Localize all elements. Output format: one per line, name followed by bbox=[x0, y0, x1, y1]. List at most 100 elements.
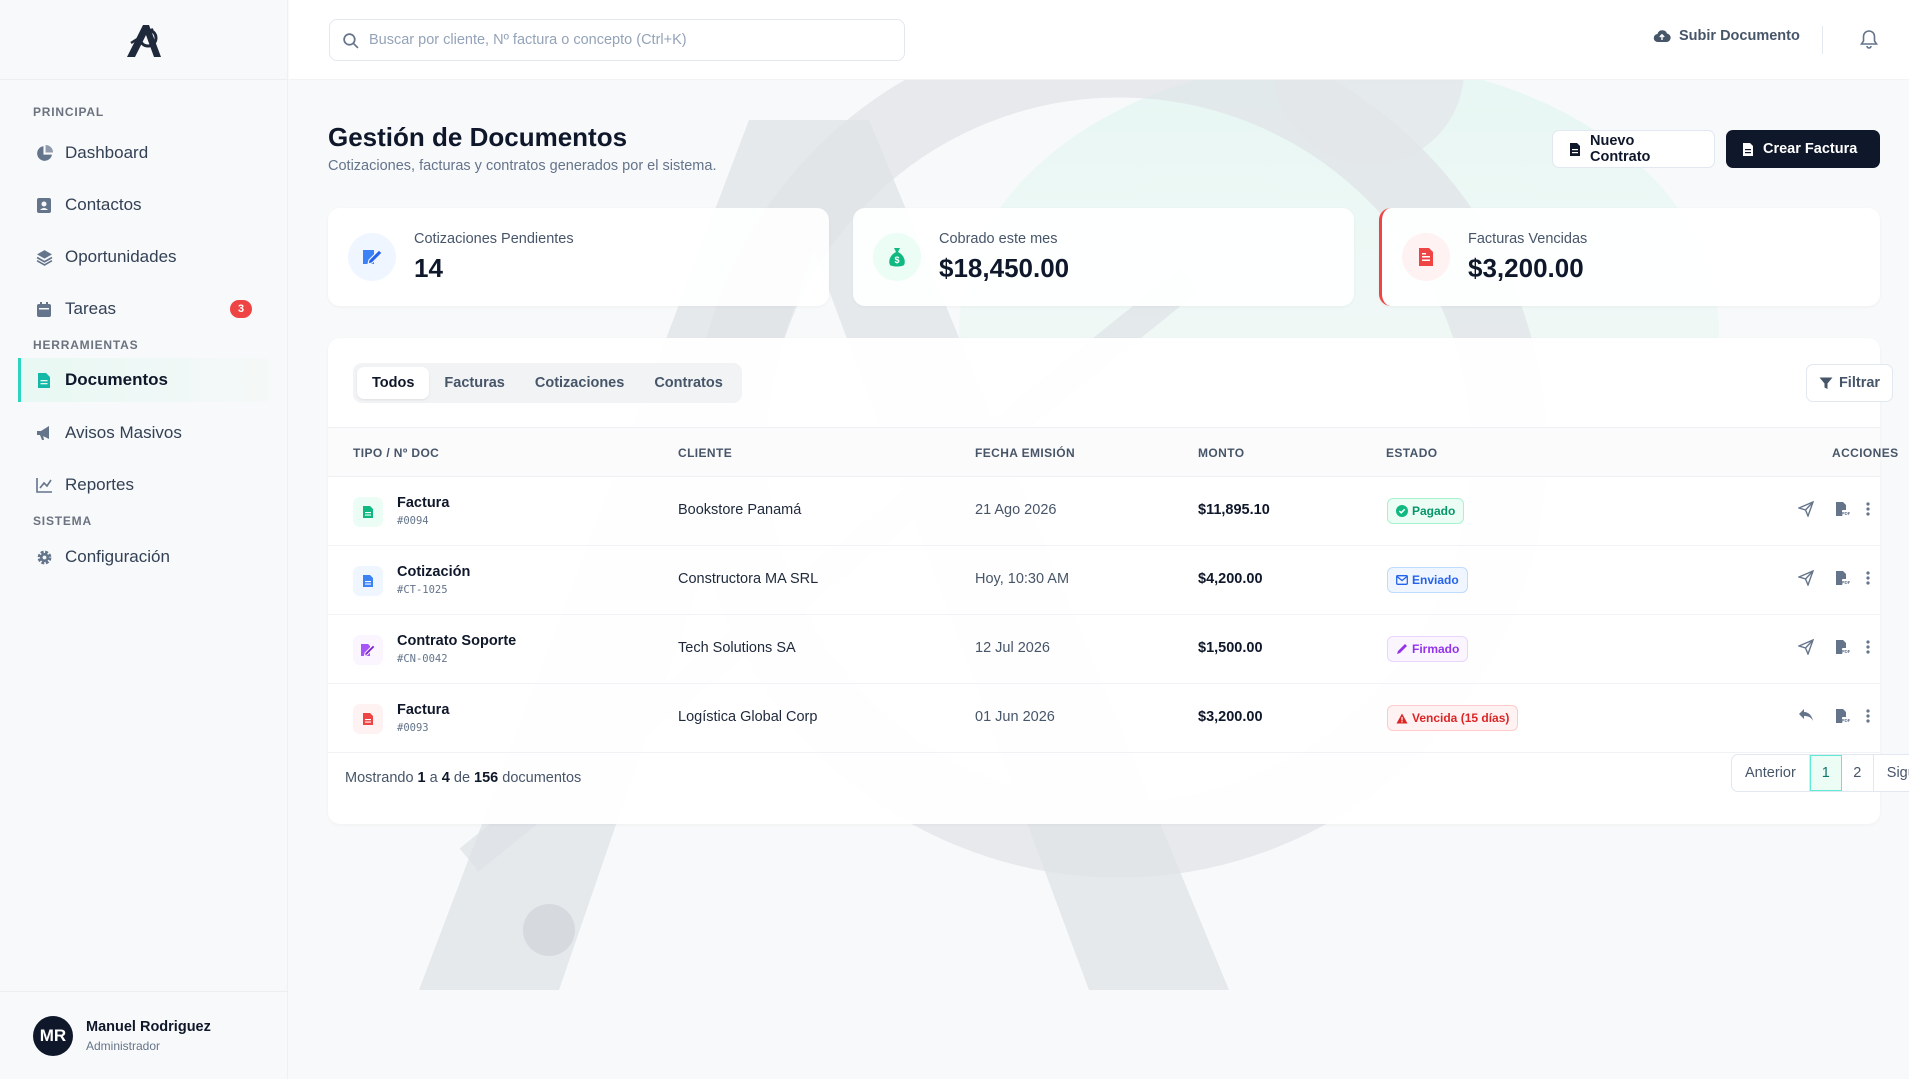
pdf-download-icon[interactable]: PDF bbox=[1835, 708, 1850, 724]
doc-type[interactable]: Cotización bbox=[397, 564, 470, 580]
summary-total: 156 bbox=[474, 770, 499, 786]
warning-triangle-icon bbox=[1396, 713, 1408, 724]
stat-label: Facturas Vencidas bbox=[1468, 230, 1588, 247]
table-header: TIPO / Nº DOC CLIENTE FECHA EMISIÓN MONT… bbox=[328, 427, 1898, 477]
sidebar-item-reportes[interactable]: Reportes bbox=[18, 463, 270, 507]
overdue-invoice-icon bbox=[353, 704, 383, 734]
sidebar-item-configuracion[interactable]: Configuración bbox=[18, 535, 270, 579]
page-title: Gestión de Documentos bbox=[328, 122, 628, 152]
tasks-count-badge: 3 bbox=[230, 300, 252, 318]
more-options-icon[interactable] bbox=[1866, 708, 1870, 724]
pagination: Anterior 1 2 Siguiente bbox=[1731, 754, 1909, 792]
upload-label: Subir Documento bbox=[1679, 28, 1800, 44]
section-principal: PRINCIPAL bbox=[33, 105, 104, 119]
doc-type[interactable]: Contrato Soporte bbox=[397, 633, 516, 649]
prev-page-button[interactable]: Anterior bbox=[1732, 755, 1810, 791]
svg-text:PDF: PDF bbox=[1842, 718, 1851, 723]
svg-text:$: $ bbox=[894, 255, 899, 265]
issue-date: 21 Ago 2026 bbox=[975, 502, 1057, 518]
summary-sep: a bbox=[429, 770, 438, 786]
search-icon bbox=[342, 32, 359, 49]
stat-card-pending-quotes: Cotizaciones Pendientes 14 bbox=[328, 208, 829, 306]
column-header[interactable]: TIPO / Nº DOC bbox=[353, 446, 439, 460]
tab-contratos[interactable]: Contratos bbox=[639, 367, 737, 399]
stat-value: $3,200.00 bbox=[1468, 252, 1584, 283]
summary-suffix: documentos bbox=[502, 770, 582, 786]
table-row[interactable]: Contrato Soporte #CN-0042 Tech Solutions… bbox=[328, 615, 1880, 684]
section-sistema: SISTEMA bbox=[33, 514, 92, 528]
svg-text:PDF: PDF bbox=[1842, 511, 1851, 516]
user-role: Administrador bbox=[86, 1038, 161, 1053]
new-contract-button[interactable]: Nuevo Contrato bbox=[1552, 130, 1715, 168]
tab-cotizaciones[interactable]: Cotizaciones bbox=[520, 367, 639, 399]
sidebar-item-label: Avisos Masivos bbox=[65, 423, 182, 442]
doc-type[interactable]: Factura bbox=[397, 495, 449, 511]
tab-todos[interactable]: Todos bbox=[357, 367, 430, 399]
sidebar: PRINCIPAL Dashboard Contactos Oportunida… bbox=[0, 0, 288, 1079]
send-icon[interactable] bbox=[1798, 501, 1814, 517]
pdf-download-icon[interactable]: PDF bbox=[1835, 570, 1850, 586]
send-icon[interactable] bbox=[1798, 570, 1814, 586]
pdf-download-icon[interactable]: PDF bbox=[1835, 639, 1850, 655]
topbar: Subir Documento bbox=[289, 0, 1909, 80]
app-logo[interactable] bbox=[0, 0, 287, 80]
svg-text:PDF: PDF bbox=[1842, 580, 1851, 585]
new-contract-label: Nuevo Contrato bbox=[1590, 133, 1651, 165]
upload-document-button[interactable]: Subir Documento bbox=[1653, 28, 1800, 44]
sidebar-item-avisos-masivos[interactable]: Avisos Masivos bbox=[18, 411, 270, 455]
sidebar-item-tareas[interactable]: Tareas 3 bbox=[18, 287, 270, 331]
doc-type[interactable]: Factura bbox=[397, 702, 449, 718]
tab-facturas[interactable]: Facturas bbox=[429, 367, 519, 399]
column-header[interactable]: MONTO bbox=[1198, 446, 1244, 460]
search-input[interactable] bbox=[369, 32, 889, 48]
doc-number: #CT-1025 bbox=[397, 584, 448, 596]
create-invoice-label: Crear Factura bbox=[1763, 141, 1858, 157]
more-options-icon[interactable] bbox=[1866, 639, 1870, 655]
status-text: Firmado bbox=[1412, 642, 1460, 656]
stat-value: $18,450.00 bbox=[939, 252, 1070, 283]
page-subtitle: Cotizaciones, facturas y contratos gener… bbox=[328, 158, 717, 174]
create-invoice-button[interactable]: Crear Factura bbox=[1726, 130, 1880, 168]
more-options-icon[interactable] bbox=[1866, 501, 1870, 517]
pdf-download-icon[interactable]: PDF bbox=[1835, 501, 1850, 517]
bell-icon[interactable] bbox=[1860, 29, 1878, 54]
column-header[interactable]: CLIENTE bbox=[678, 446, 732, 460]
sidebar-item-label: Reportes bbox=[65, 475, 134, 494]
amount: $1,500.00 bbox=[1198, 640, 1263, 656]
gear-icon bbox=[35, 548, 53, 566]
stat-card-collected: $ Cobrado este mes $18,450.00 bbox=[853, 208, 1354, 306]
table-row[interactable]: Factura #0094 Bookstore Panamá 21 Ago 20… bbox=[328, 477, 1880, 546]
document-icon bbox=[35, 371, 53, 389]
amount: $11,895.10 bbox=[1198, 502, 1270, 518]
page-2-button[interactable]: 2 bbox=[1842, 755, 1874, 791]
search-box[interactable] bbox=[329, 19, 905, 61]
column-header[interactable]: FECHA EMISIÓN bbox=[975, 446, 1075, 460]
doc-number: #0093 bbox=[397, 722, 429, 734]
table-row[interactable]: Cotización #CT-1025 Constructora MA SRL … bbox=[328, 546, 1880, 615]
divider bbox=[1822, 26, 1823, 54]
sidebar-item-dashboard[interactable]: Dashboard bbox=[18, 131, 270, 175]
invoice-document-icon bbox=[353, 497, 383, 527]
avatar: MR bbox=[33, 1015, 73, 1056]
filter-button[interactable]: Filtrar bbox=[1806, 364, 1893, 402]
user-profile[interactable]: MR Manuel Rodriguez Administrador bbox=[0, 991, 288, 1079]
sidebar-item-contactos[interactable]: Contactos bbox=[18, 183, 270, 227]
amount: $3,200.00 bbox=[1198, 709, 1263, 725]
summary-to: 4 bbox=[441, 770, 450, 786]
page-1-button[interactable]: 1 bbox=[1809, 755, 1842, 791]
edit-document-icon bbox=[348, 233, 396, 281]
contract-icon bbox=[1569, 142, 1581, 157]
table-row[interactable]: Factura #0093 Logística Global Corp 01 J… bbox=[328, 684, 1880, 753]
next-page-button[interactable]: Siguiente bbox=[1874, 755, 1909, 791]
reply-icon[interactable] bbox=[1798, 708, 1814, 722]
column-header[interactable]: ESTADO bbox=[1386, 446, 1438, 460]
sidebar-item-label: Tareas bbox=[65, 299, 117, 318]
contact-book-icon bbox=[35, 196, 53, 214]
sidebar-item-oportunidades[interactable]: Oportunidades bbox=[18, 235, 270, 279]
column-header: ACCIONES bbox=[1832, 446, 1899, 460]
sidebar-item-label: Dashboard bbox=[65, 143, 149, 162]
send-icon[interactable] bbox=[1798, 639, 1814, 655]
sidebar-item-documentos[interactable]: Documentos bbox=[18, 358, 270, 402]
more-options-icon[interactable] bbox=[1866, 570, 1870, 586]
invoice-icon bbox=[1742, 142, 1754, 157]
